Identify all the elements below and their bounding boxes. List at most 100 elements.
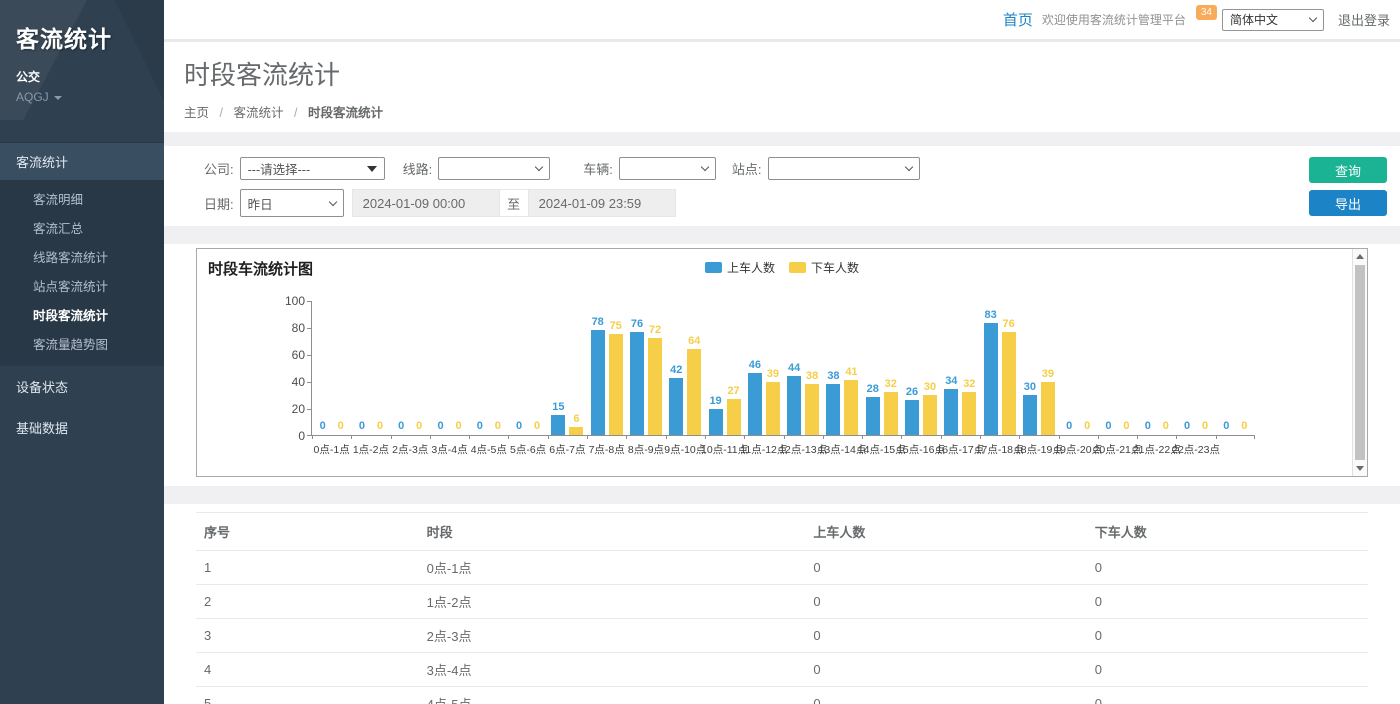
table-row: 32点-3点00 bbox=[196, 619, 1368, 653]
table-row: 54点-5点00 bbox=[196, 687, 1368, 704]
table-cell: 4 bbox=[196, 653, 419, 687]
sidebar: 客流统计 公交 AQGJ 客流统计 客流明细客流汇总线路客流统计站点客流统计时段… bbox=[0, 0, 164, 704]
table-header-row: 序号时段上车人数下车人数 bbox=[196, 513, 1368, 551]
sidebar-item-base-data[interactable]: 基础数据 bbox=[0, 407, 164, 448]
legend-label: 上车人数 bbox=[727, 259, 775, 276]
bar-value-label: 0 bbox=[455, 420, 461, 432]
home-link[interactable]: 首页 bbox=[1003, 9, 1033, 30]
date-from-input[interactable]: 2024-01-09 00:00 bbox=[352, 189, 500, 217]
bar-value-label: 0 bbox=[477, 420, 483, 432]
sidebar-subitem[interactable]: 客流明细 bbox=[0, 184, 164, 213]
station-filter: 站点: bbox=[732, 157, 920, 180]
language-select-value: 简体中文 bbox=[1230, 11, 1278, 28]
sidebar-subitem[interactable]: 时段客流统计 bbox=[0, 300, 164, 329]
welcome-text: 欢迎使用客流统计管理平台 bbox=[1042, 11, 1186, 28]
bar-value-label: 38 bbox=[806, 370, 818, 382]
x-axis-label: 4点-5点 bbox=[471, 442, 507, 457]
bar-up bbox=[748, 373, 762, 435]
logout-link[interactable]: 退出登录 bbox=[1338, 10, 1390, 29]
bar-up bbox=[669, 378, 683, 435]
bar-value-label: 0 bbox=[416, 420, 422, 432]
x-axis-tick-mark bbox=[980, 435, 981, 439]
chevron-down-icon bbox=[701, 163, 709, 171]
scrollbar-thumb[interactable] bbox=[1355, 265, 1365, 460]
date-to-input[interactable]: 2024-01-09 23:59 bbox=[528, 189, 676, 217]
sidebar-subitem[interactable]: 线路客流统计 bbox=[0, 242, 164, 271]
x-axis-tick-mark bbox=[391, 435, 392, 439]
x-axis-tick-mark bbox=[548, 435, 549, 439]
bar-down bbox=[609, 334, 623, 435]
bar-value-label: 46 bbox=[749, 359, 761, 371]
chart-box: 时段车流统计图 上车人数下车人数 020406080100000点-1点001点… bbox=[196, 248, 1368, 477]
bar-down bbox=[844, 380, 858, 435]
bar-value-label: 0 bbox=[516, 420, 522, 432]
bar-value-label: 0 bbox=[320, 420, 326, 432]
sidebar-subitem[interactable]: 客流汇总 bbox=[0, 213, 164, 242]
bar-value-label: 34 bbox=[945, 375, 957, 387]
language-select[interactable]: 简体中文 bbox=[1222, 9, 1324, 31]
breadcrumb-separator: / bbox=[294, 106, 297, 120]
breadcrumb-section[interactable]: 客流统计 bbox=[233, 106, 283, 120]
bar-down bbox=[805, 384, 819, 435]
y-axis-tick-mark bbox=[307, 382, 312, 383]
x-axis-tick-mark bbox=[1254, 435, 1255, 439]
bar-value-label: 30 bbox=[1024, 381, 1036, 393]
y-axis-tick-mark bbox=[307, 328, 312, 329]
x-axis-tick-mark bbox=[430, 435, 431, 439]
sidebar-subitem[interactable]: 客流量趋势图 bbox=[0, 329, 164, 358]
scroll-up-button[interactable] bbox=[1353, 249, 1367, 264]
bar-value-label: 6 bbox=[573, 413, 579, 425]
y-axis-tick-label: 40 bbox=[292, 375, 305, 389]
breadcrumb-home[interactable]: 主页 bbox=[184, 106, 209, 120]
bar-value-label: 41 bbox=[845, 366, 857, 378]
breadcrumb-current: 时段客流统计 bbox=[308, 106, 383, 120]
chart-scrollbar[interactable] bbox=[1352, 249, 1367, 476]
bar-value-label: 44 bbox=[788, 362, 800, 374]
table-cell: 2点-3点 bbox=[419, 619, 806, 653]
date-to-separator: 至 bbox=[500, 189, 528, 217]
vehicle-select[interactable] bbox=[619, 157, 716, 180]
bar-value-label: 0 bbox=[495, 420, 501, 432]
bar-value-label: 0 bbox=[359, 420, 365, 432]
table-cell: 2 bbox=[196, 585, 419, 619]
station-select[interactable] bbox=[768, 157, 920, 180]
bar-value-label: 39 bbox=[1042, 368, 1054, 380]
chevron-down-icon bbox=[328, 197, 336, 205]
period-stats-table: 序号时段上车人数下车人数 10点-1点0021点-2点0032点-3点0043点… bbox=[196, 512, 1368, 704]
query-button[interactable]: 查询 bbox=[1309, 157, 1387, 183]
filter-row-1: 公司: ---请选择--- 线路: 车辆: bbox=[204, 157, 1386, 180]
company-select[interactable]: ---请选择--- bbox=[240, 157, 385, 180]
bar-value-label: 0 bbox=[1163, 420, 1169, 432]
legend-label: 下车人数 bbox=[811, 259, 859, 276]
legend-item[interactable]: 上车人数 bbox=[705, 259, 775, 276]
date-preset-select[interactable]: 昨日 bbox=[240, 189, 344, 217]
company-label: 公司: bbox=[204, 159, 234, 178]
notification-badge[interactable]: 34 bbox=[1196, 5, 1217, 20]
bar-down bbox=[923, 395, 937, 436]
bar-down bbox=[1002, 332, 1016, 435]
topbar: 首页 欢迎使用客流统计管理平台 34 简体中文 退出登录 bbox=[164, 0, 1400, 42]
bar-up bbox=[826, 384, 840, 435]
bar-value-label: 39 bbox=[767, 368, 779, 380]
export-button[interactable]: 导出 bbox=[1309, 190, 1387, 216]
bar-up bbox=[905, 400, 919, 435]
chart-panel: 时段车流统计图 上车人数下车人数 020406080100000点-1点001点… bbox=[164, 244, 1400, 486]
bar-value-label: 0 bbox=[1241, 420, 1247, 432]
bar-value-label: 38 bbox=[827, 370, 839, 382]
x-axis-tick-mark bbox=[1216, 435, 1217, 439]
line-select[interactable] bbox=[438, 157, 550, 180]
user-menu[interactable]: AQGJ bbox=[16, 90, 148, 104]
vehicle-label: 车辆: bbox=[583, 159, 613, 178]
sidebar-item-device-status[interactable]: 设备状态 bbox=[0, 366, 164, 407]
user-name-label: AQGJ bbox=[16, 90, 49, 104]
legend-item[interactable]: 下车人数 bbox=[789, 259, 859, 276]
sidebar-group-passenger-stats[interactable]: 客流统计 bbox=[0, 142, 164, 180]
table-column-header: 时段 bbox=[419, 513, 806, 551]
sidebar-subitem[interactable]: 站点客流统计 bbox=[0, 271, 164, 300]
bar-down bbox=[727, 399, 741, 435]
vehicle-filter: 车辆: bbox=[583, 157, 716, 180]
bar-value-label: 64 bbox=[688, 335, 700, 347]
main-content: 首页 欢迎使用客流统计管理平台 34 简体中文 退出登录 时段客流统计 主页 /… bbox=[164, 0, 1400, 704]
scroll-down-button[interactable] bbox=[1353, 461, 1367, 476]
x-axis-label: 7点-8点 bbox=[589, 442, 625, 457]
